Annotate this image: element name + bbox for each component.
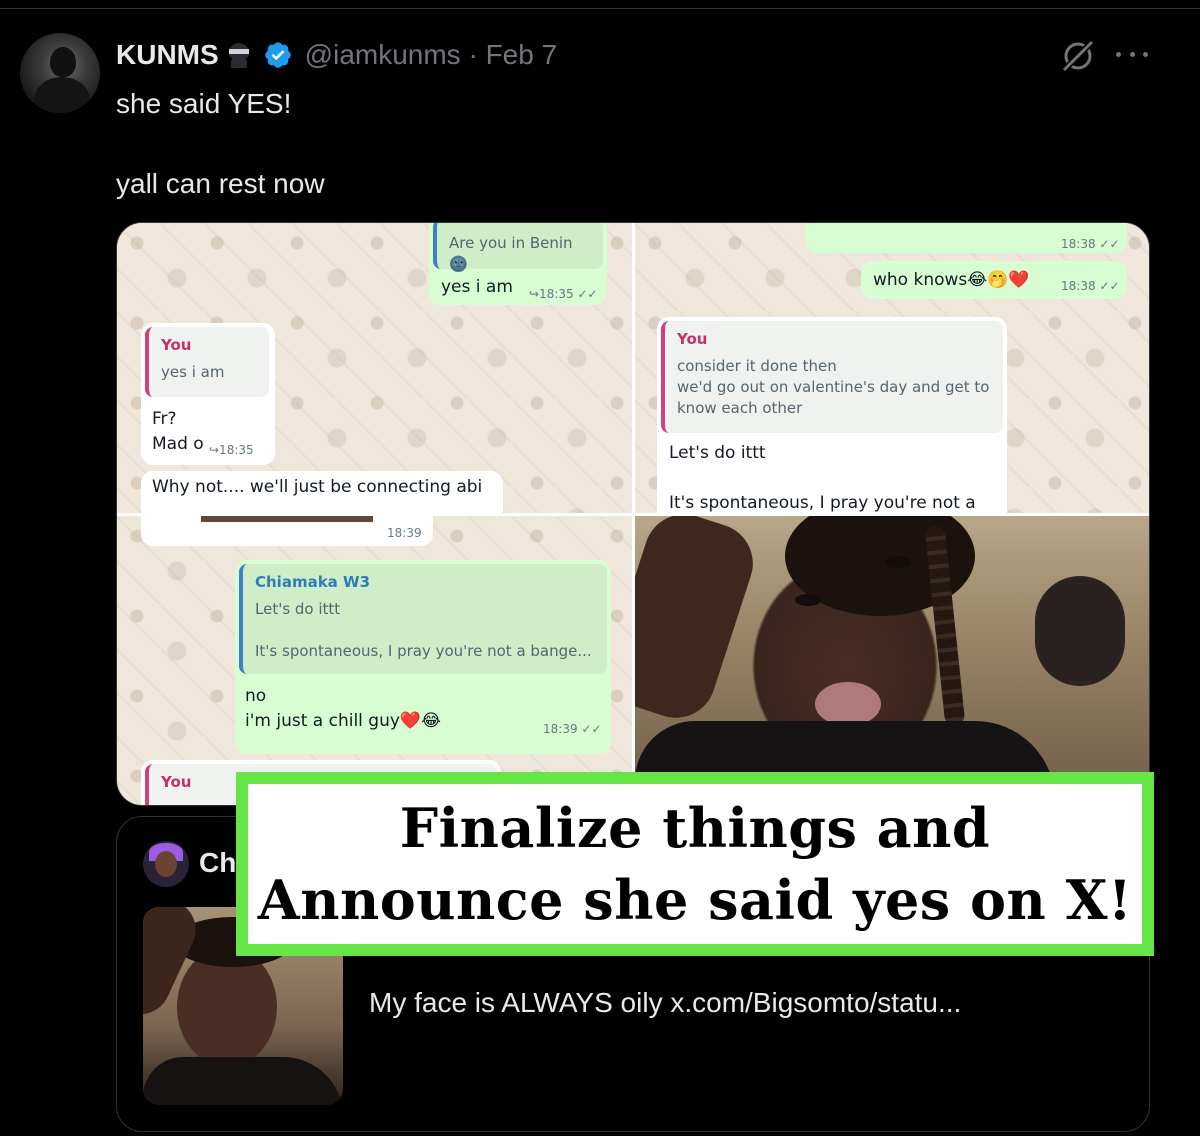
quoted-text: yes i am <box>161 363 225 381</box>
message-timestamp: 18:39 ✓✓ <box>543 722 602 736</box>
top-divider <box>0 8 1200 9</box>
tweet-text-line1: she said YES! <box>116 88 292 119</box>
caption-overlay: Finalize things and Announce she said ye… <box>236 772 1154 956</box>
quoted-author: Chiamaka W3 <box>255 573 371 591</box>
quoted-author-name[interactable]: Ch <box>199 847 236 879</box>
quoted-author-avatar[interactable] <box>143 841 189 887</box>
author-display-name[interactable]: KUNMS <box>116 39 219 71</box>
message-text: Fr? <box>152 409 177 429</box>
author-handle-and-date[interactable]: @iamkunms · Feb 7 <box>305 39 558 71</box>
quoted-message: Chiamaka W3 Let's do ittt It's spontaneo… <box>239 564 607 674</box>
tweet-text: she said YES! yall can rest now <box>116 84 325 204</box>
quoted-text-line: Let's do ittt <box>255 600 341 618</box>
message-text: Let's do ittt <box>669 443 766 463</box>
avatar-shoulders <box>34 77 90 113</box>
quoted-text: Are you in Benin🌚 <box>449 234 573 273</box>
author-avatar[interactable] <box>20 33 100 113</box>
selfie-photo[interactable] <box>635 516 1149 805</box>
message-text: i'm just a chill guy❤️😂 <box>245 711 441 731</box>
avatar-head <box>50 47 76 77</box>
quoted-text-line: consider it done then <box>677 357 837 375</box>
chat-screenshot-2[interactable]: 18:38 ✓✓ who knows😂🤭❤️ 18:38 ✓✓ You cons… <box>635 223 1149 513</box>
media-grid[interactable]: Are you in Benin🌚 yes i am ↪18:35 ✓✓ You… <box>116 222 1150 806</box>
quoted-message: You yes i am <box>145 327 269 397</box>
chat-screenshot-3[interactable]: 18:39 Chiamaka W3 Let's do ittt It's spo… <box>117 516 632 805</box>
verified-badge-icon <box>264 42 291 68</box>
message-text: no <box>245 686 267 706</box>
quoted-author: You <box>677 330 708 348</box>
quoted-author: You <box>161 336 192 354</box>
quoted-tweet-text: My face is ALWAYS oily x.com/Bigsomto/st… <box>369 987 962 1018</box>
message-text: Mad o <box>152 434 204 454</box>
message-timestamp: 18:38 ✓✓ <box>1061 279 1120 293</box>
message-text: who knows😂🤭❤️ <box>873 270 1030 290</box>
ninja-emoji-icon <box>225 41 253 69</box>
message-text: yes i am <box>441 277 513 297</box>
quoted-text-line: know each other <box>677 399 803 417</box>
caption-line2: Announce she said yes on X! <box>257 868 1133 932</box>
quoted-text-line: we'd go out on valentine's day and get t… <box>677 378 990 396</box>
message-timestamp: ↪18:35 ✓✓ <box>529 287 598 301</box>
message-timestamp: 18:38 ✓✓ <box>1061 237 1120 251</box>
caption-line1: Finalize things and <box>399 796 991 860</box>
more-icon[interactable] <box>1116 44 1148 64</box>
grok-icon[interactable] <box>1060 38 1096 74</box>
quoted-text-line: It's spontaneous, I pray you're not a ba… <box>255 642 592 660</box>
tweet-text-line2: yall can rest now <box>116 168 325 199</box>
message-text: Why not.... we'll just be connecting abi <box>152 477 483 497</box>
selfie-image <box>635 516 1149 805</box>
caption-box: Finalize things and Announce she said ye… <box>248 784 1142 944</box>
chat-screenshot-1[interactable]: Are you in Benin🌚 yes i am ↪18:35 ✓✓ You… <box>117 223 632 513</box>
message-timestamp: ↪18:35 <box>209 443 254 457</box>
message-text: It's spontaneous, I pray you're not a <box>669 493 976 513</box>
quoted-message: Are you in Benin🌚 <box>433 223 603 273</box>
quoted-message: You consider it done then we'd go out on… <box>661 321 1003 433</box>
message-timestamp: 18:39 <box>387 526 422 540</box>
partial-image <box>201 516 373 522</box>
tweet-header: KUNMS @iamkunms · Feb 7 <box>116 36 557 74</box>
